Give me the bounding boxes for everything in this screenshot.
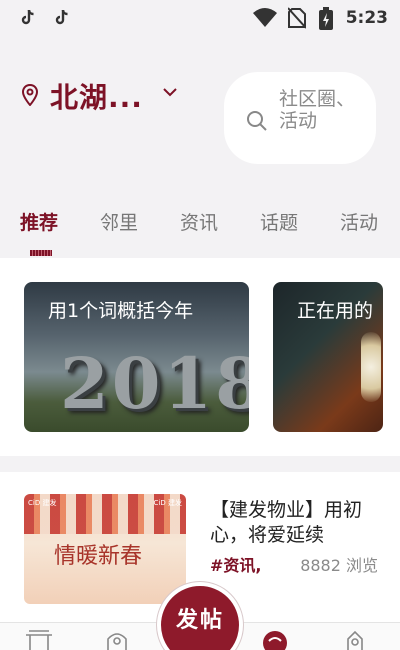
service-icon[interactable] — [260, 629, 290, 650]
no-sim-icon — [288, 7, 306, 29]
thumbnail-logo: CiD 建发 — [153, 499, 182, 507]
topic-card-image — [361, 332, 381, 402]
article-thumbnail[interactable]: CiD 建发 CiD 建发 情暖新春 — [24, 494, 186, 604]
tab-news[interactable]: 资讯 — [180, 208, 218, 235]
category-tabs: 推荐 邻里 资讯 话题 活动 — [0, 200, 400, 258]
tab-recommend[interactable]: 推荐 — [20, 208, 58, 235]
search-icon — [247, 111, 267, 131]
status-bar: 5:23 — [0, 0, 400, 36]
status-time: 5:23 — [345, 8, 388, 28]
tiktok-icon — [55, 9, 68, 25]
battery-charging-icon — [319, 7, 333, 30]
topic-card[interactable]: 正在用的 — [273, 282, 383, 432]
location-pin-icon — [22, 84, 38, 106]
tiktok-icon — [21, 9, 34, 25]
tab-topics[interactable]: 话题 — [260, 208, 298, 235]
topic-card-image-text: 2018 — [60, 342, 249, 425]
search-box[interactable]: 社区圈、活动 — [224, 72, 376, 164]
topic-card[interactable]: 2018 用1个词概括今年 — [24, 282, 249, 432]
neighborhood-icon[interactable] — [102, 629, 132, 650]
article-title[interactable]: 【建发物业】用初心，将爱延续 — [210, 498, 380, 548]
location-selector[interactable]: 北湖... — [50, 76, 143, 116]
tab-neighbors[interactable]: 邻里 — [100, 208, 138, 235]
home-gate-icon[interactable] — [24, 629, 54, 650]
tab-events[interactable]: 活动 — [340, 208, 378, 235]
topic-card-caption: 正在用的 — [297, 300, 374, 322]
chevron-down-icon[interactable] — [162, 86, 178, 98]
article-tag[interactable]: #资讯, — [210, 552, 262, 576]
profile-icon[interactable] — [340, 629, 370, 650]
topic-card-caption: 用1个词概括今年 — [48, 300, 194, 322]
search-placeholder: 社区圈、活动 — [279, 88, 356, 132]
post-button-label: 发帖 — [175, 607, 224, 633]
article-views: 8882 浏览 — [300, 556, 378, 575]
topic-carousel: 2018 用1个词概括今年 正在用的 — [0, 258, 400, 456]
wifi-icon — [253, 8, 277, 27]
thumbnail-logo: CiD 建发 — [28, 499, 57, 507]
active-tab-indicator — [30, 250, 52, 256]
thumbnail-title: 情暖新春 — [54, 544, 143, 569]
